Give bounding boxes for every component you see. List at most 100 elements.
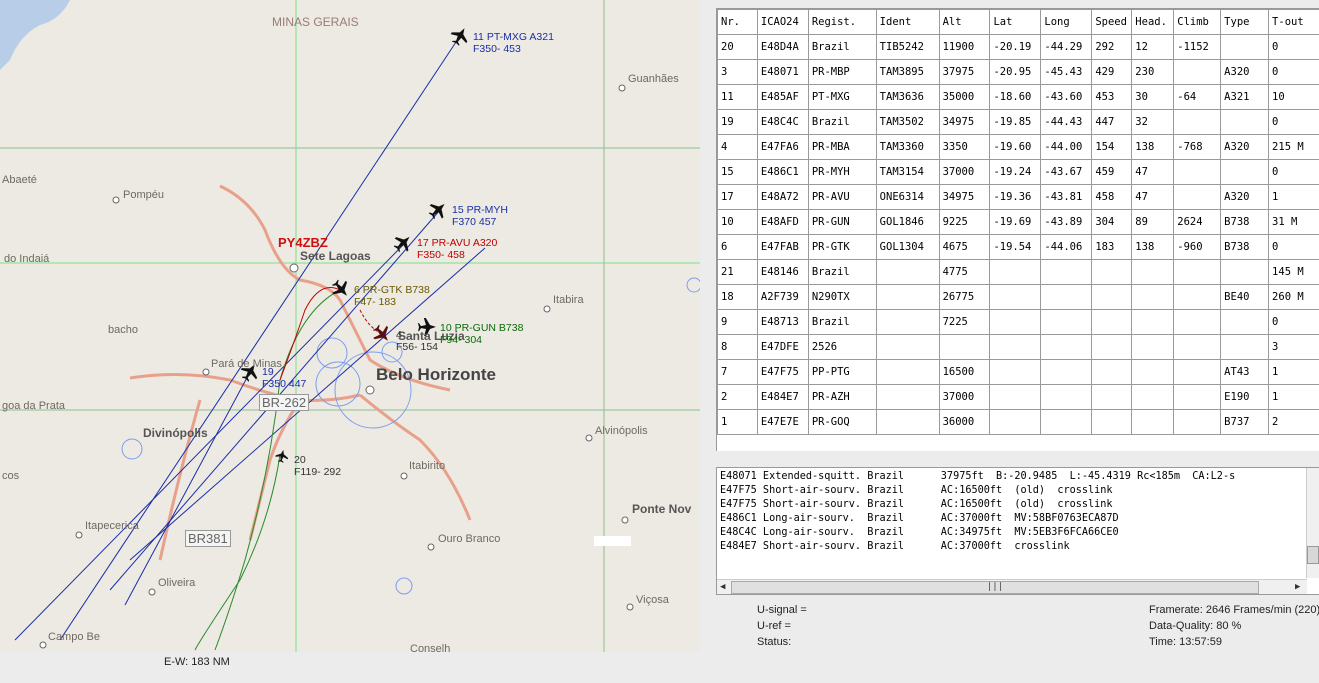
column-header[interactable]: Long	[1040, 9, 1093, 35]
log-vscroll-thumb[interactable]	[1307, 546, 1319, 564]
log-horizontal-scrollbar[interactable]: ◀ ||| ▶	[717, 579, 1307, 594]
table-row[interactable]: 4 E47FA6 PR-MBA TAM3360 3350 -19.60 -44.00 154 1…	[717, 134, 1319, 160]
table-cell: A2F739	[756, 284, 809, 310]
table-cell: 37000	[938, 384, 991, 410]
table-cell: GOL1846	[875, 209, 940, 235]
table-row[interactable]: 9 E48713 Brazil 7225 0	[717, 309, 1319, 335]
aircraft-label[interactable]: 20 F119- 292	[294, 454, 341, 478]
aircraft-label[interactable]: 4 F56- 154	[396, 329, 438, 353]
table-cell	[1131, 384, 1175, 410]
table-row[interactable]: 19 E48C4C Brazil TAM3502 34975 -19.85 -44.43 44…	[717, 109, 1319, 135]
log-vertical-scrollbar[interactable]	[1306, 468, 1319, 578]
column-header[interactable]: Lat	[989, 9, 1042, 35]
city-oliveira: Oliveira	[158, 577, 196, 589]
table-row[interactable]: 6 E47FAB PR-GTK GOL1304 4675 -19.54 -44.06 183 1…	[717, 234, 1319, 260]
message-log[interactable]: E48071 Extended-squitt. Brazil 37975ft B…	[716, 467, 1319, 595]
log-hscroll-thumb[interactable]: |||	[731, 581, 1259, 594]
city-do-indaia: do Indaiá	[4, 253, 50, 265]
table-cell: 260 M	[1268, 284, 1319, 310]
table-cell: E47DFE	[756, 334, 809, 360]
table-cell: 0	[1268, 59, 1319, 85]
table-row[interactable]: 15 E486C1 PR-MYH TAM3154 37000 -19.24 -43.67 45…	[717, 159, 1319, 185]
scroll-left-arrow-icon[interactable]: ◀	[720, 580, 725, 594]
column-header[interactable]: Climb	[1173, 9, 1222, 35]
aircraft-label[interactable]: 17 PR-AVU A320 F350- 458	[417, 237, 497, 261]
aircraft-table-panel[interactable]: Nr. ICAO24 Regist. Ident Alt Lat Long Speed Head…	[716, 8, 1319, 451]
table-cell: 89	[1131, 209, 1175, 235]
table-row[interactable]: 18 A2F739 N290TX 26775 BE40 260 M	[717, 284, 1319, 310]
table-cell: B737	[1220, 409, 1270, 435]
table-cell	[1173, 359, 1222, 385]
table-cell: A320	[1220, 59, 1270, 85]
column-header[interactable]: ICAO24	[756, 9, 809, 35]
table-cell: N290TX	[807, 284, 877, 310]
column-header[interactable]: T-out	[1268, 9, 1319, 35]
city-bacho: bacho	[108, 324, 138, 336]
table-cell: -64	[1173, 84, 1222, 110]
scroll-right-arrow-icon[interactable]: ▶	[1295, 580, 1300, 594]
table-row[interactable]: 17 E48A72 PR-AVU ONE6314 34975 -19.36 -43.81 45…	[717, 184, 1319, 210]
table-cell: -20.95	[989, 59, 1042, 85]
column-header[interactable]: Type	[1220, 9, 1270, 35]
table-cell: 183	[1091, 234, 1133, 260]
table-row[interactable]: 10 E48AFD PR-GUN GOL1846 9225 -19.69 -43.89 304…	[717, 209, 1319, 235]
table-cell: 154	[1091, 134, 1133, 160]
column-header[interactable]: Speed	[1091, 9, 1133, 35]
table-cell: 21	[717, 259, 758, 285]
aircraft-label-flight: F350 447	[262, 378, 307, 390]
table-cell	[1040, 284, 1093, 310]
aircraft-table[interactable]: Nr. ICAO24 Regist. Ident Alt Lat Long Speed Head…	[717, 9, 1319, 435]
log-line: E484E7 Short-air-sourv. Brazil AC:37000f…	[720, 541, 1070, 552]
table-cell: -768	[1173, 134, 1222, 160]
aircraft-label[interactable]: 10 PR-GUN B738 F94- 304	[440, 322, 523, 346]
table-cell	[989, 409, 1042, 435]
aircraft-label-id: 15 PR-MYH	[452, 204, 509, 216]
table-cell: 20	[717, 34, 758, 60]
table-cell: 1	[1268, 359, 1319, 385]
table-row[interactable]: 7 E47F75 PP-PTG 16500 AT43 1	[717, 359, 1319, 385]
aircraft-label[interactable]: 15 PR-MYH F370 457	[452, 204, 508, 228]
table-cell: -44.00	[1040, 134, 1093, 160]
aircraft-label[interactable]: 11 PT-MXG A321 F350- 453	[473, 31, 554, 55]
city-campo-belo: Campo Be	[48, 631, 100, 643]
table-cell: 7	[717, 359, 758, 385]
table-cell: Brazil	[807, 259, 877, 285]
table-cell: 0	[1268, 159, 1319, 185]
city-pompeu: Pompéu	[123, 189, 164, 201]
table-row[interactable]: 11 E485AF PT-MXG TAM3636 35000 -18.60 -43.60 45…	[717, 84, 1319, 110]
table-cell	[1091, 359, 1133, 385]
table-row[interactable]: 3 E48071 PR-MBP TAM3895 37975 -20.95 -45.43 429…	[717, 59, 1319, 85]
table-cell	[1220, 259, 1270, 285]
table-cell: 292	[1091, 34, 1133, 60]
table-cell: A320	[1220, 134, 1270, 160]
table-cell: 12	[1131, 34, 1175, 60]
table-row[interactable]: 20 E48D4A Brazil TIB5242 11900 -20.19 -44.29 29…	[717, 34, 1319, 60]
grip-icon: |||	[986, 582, 1004, 592]
table-row[interactable]: 8 E47DFE 2526 3	[717, 334, 1319, 360]
table-cell: 11900	[938, 34, 991, 60]
table-cell: -19.85	[989, 109, 1042, 135]
column-header[interactable]: Head.	[1131, 9, 1175, 35]
table-cell: 6	[717, 234, 758, 260]
aircraft-label-flight: F119- 292	[294, 466, 342, 478]
table-row[interactable]: 21 E48146 Brazil 4775 145 M	[717, 259, 1319, 285]
column-header[interactable]: Regist.	[807, 9, 877, 35]
column-header[interactable]: Alt	[938, 9, 991, 35]
table-cell	[1220, 334, 1270, 360]
table-cell: 9	[717, 309, 758, 335]
station-label: PY4ZBZ	[278, 235, 328, 250]
table-cell: E47FAB	[756, 234, 809, 260]
column-header[interactable]: Ident	[875, 9, 940, 35]
table-row[interactable]: 2 E484E7 PR-AZH 37000 E190 1	[717, 384, 1319, 410]
log-lines: E48071 Extended-squitt. Brazil 37975ft B…	[717, 470, 1307, 578]
city-conselheiro: Conselh	[410, 643, 451, 652]
table-row[interactable]: 1 E47E7E PR-GOQ 36000 B737 2	[717, 409, 1319, 435]
aircraft-label[interactable]: 6 PR-GTK B738 F47- 183	[354, 284, 430, 308]
column-header[interactable]: Nr.	[717, 9, 758, 35]
table-cell: 3	[1268, 334, 1319, 360]
radar-map[interactable]: MINAS GERAIS Guanhães Abaeté Pompéu do I…	[0, 0, 700, 652]
map-blank-marker	[594, 536, 631, 546]
table-cell: 215 M	[1268, 134, 1319, 160]
aircraft-label[interactable]: 19 F350 447	[262, 366, 306, 390]
city-sete-lagoas: Sete Lagoas	[300, 249, 371, 263]
